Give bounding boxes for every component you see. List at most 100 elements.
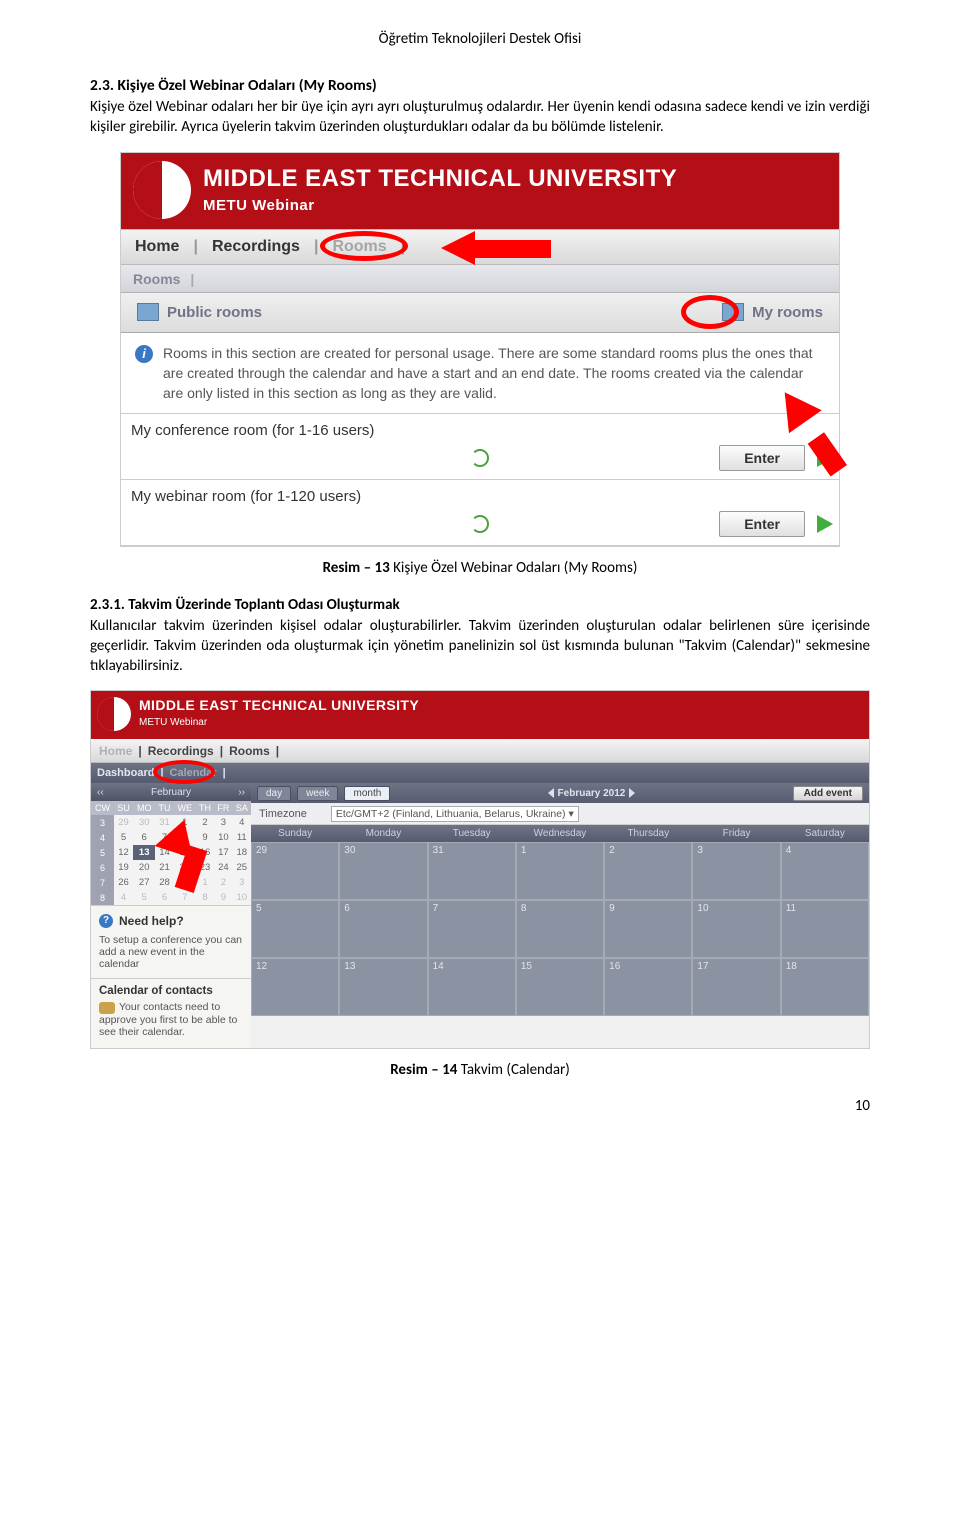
enter-button[interactable]: Enter (719, 511, 805, 537)
menu-separator: | (276, 744, 279, 758)
people-icon (99, 1002, 115, 1014)
day-cell[interactable]: 14 (428, 958, 516, 1016)
weekday-header: SundayMondayTuesdayWednesdayThursdayFrid… (251, 825, 869, 842)
mini-dow-cell: WE (174, 801, 196, 815)
menu-rooms[interactable]: Rooms (318, 229, 400, 265)
weekday-cell: Friday (692, 825, 780, 842)
annotation-circle-icon (681, 295, 739, 329)
weekday-cell: Tuesday (428, 825, 516, 842)
mini-day-cell[interactable]: 12 (114, 845, 133, 860)
university-title: MIDDLE EAST TECHNICAL UNIVERSITY (139, 697, 419, 713)
help-text: To setup a conference you can add a new … (99, 934, 243, 970)
day-cell[interactable]: 9 (604, 900, 692, 958)
day-cell[interactable]: 16 (604, 958, 692, 1016)
contacts-panel: Calendar of contacts Your contacts need … (91, 979, 251, 1047)
view-week-button[interactable]: week (297, 786, 338, 801)
app-header: MIDDLE EAST TECHNICAL UNIVERSITY METU We… (91, 691, 869, 739)
section-2-3-heading: 2.3. Kişiye Özel Webinar Odaları (My Roo… (90, 76, 870, 95)
mini-day-cell[interactable]: 18 (233, 845, 251, 860)
view-day-button[interactable]: day (257, 786, 291, 801)
day-cell[interactable]: 8 (516, 900, 604, 958)
section-2-3-1: 2.3.1. Takvim Üzerinde Toplantı Odası Ol… (90, 595, 870, 676)
mini-day-cell[interactable]: 11 (233, 830, 251, 845)
dash-separator: | (223, 767, 226, 779)
add-event-button[interactable]: Add event (793, 786, 863, 801)
weekday-cell: Sunday (251, 825, 339, 842)
day-cell[interactable]: 15 (516, 958, 604, 1016)
day-cell[interactable]: 3 (692, 842, 780, 900)
enter-button[interactable]: Enter (719, 445, 805, 471)
timezone-select[interactable]: Etc/GMT+2 (Finland, Lithuania, Belarus, … (331, 806, 579, 822)
play-icon[interactable] (817, 515, 833, 533)
tab-my-label: My rooms (752, 304, 823, 321)
screenshot-rooms-panel: MIDDLE EAST TECHNICAL UNIVERSITY METU We… (120, 152, 840, 548)
sub-menu-rooms[interactable]: Rooms (133, 271, 180, 287)
mini-day-cell[interactable]: 25 (233, 860, 251, 875)
week-number-cell: 8 (91, 890, 114, 905)
mini-day-cell[interactable]: 5 (114, 830, 133, 845)
mini-dow-cell: SA (233, 801, 251, 815)
day-cell[interactable]: 10 (692, 900, 780, 958)
rooms-list: My conference room (for 1-16 users) Ente… (121, 414, 839, 546)
day-cell[interactable]: 4 (781, 842, 869, 900)
day-cell[interactable]: 18 (781, 958, 869, 1016)
mini-dow-cell: SU (114, 801, 133, 815)
month-navigator: February 2012 (548, 788, 636, 799)
menu-home[interactable]: Home (99, 744, 132, 758)
menu-rooms[interactable]: Rooms (229, 744, 270, 758)
info-icon: i (135, 345, 153, 363)
caption-text: Takvim (Calendar) (457, 1061, 570, 1079)
info-panel: i Rooms in this section are created for … (121, 333, 839, 415)
chevron-right-icon[interactable] (629, 788, 635, 798)
mini-day-cell[interactable]: 26 (114, 875, 133, 890)
tab-public-rooms[interactable]: Public rooms (121, 293, 278, 332)
play-icon[interactable] (817, 449, 833, 467)
prev-month-icon[interactable]: ‹‹ (97, 787, 104, 798)
mini-day-cell[interactable]: 6 (155, 890, 173, 905)
chevron-left-icon[interactable] (548, 788, 554, 798)
refresh-icon[interactable] (471, 515, 489, 533)
mini-day-cell[interactable]: 8 (196, 890, 214, 905)
menu-recordings[interactable]: Recordings (198, 229, 314, 265)
next-month-icon[interactable]: ›› (238, 787, 245, 798)
menu-separator: | (220, 744, 223, 758)
day-cell[interactable]: 11 (781, 900, 869, 958)
week-number-cell: 3 (91, 815, 114, 830)
day-cell[interactable]: 12 (251, 958, 339, 1016)
view-month-button[interactable]: month (344, 786, 390, 801)
menu-home[interactable]: Home (121, 229, 193, 265)
mini-day-cell[interactable]: 3 (233, 875, 251, 890)
day-cell[interactable]: 30 (339, 842, 427, 900)
day-cell[interactable]: 2 (604, 842, 692, 900)
main-menu: Home | Recordings | Rooms | (91, 739, 869, 763)
section-2-3-paragraph: Kişiye özel Webinar odaları her bir üye … (90, 97, 870, 138)
day-cell[interactable]: 13 (339, 958, 427, 1016)
menu-recordings[interactable]: Recordings (148, 744, 214, 758)
weekday-cell: Saturday (781, 825, 869, 842)
mini-day-cell[interactable]: 4 (233, 815, 251, 830)
day-cell[interactable]: 29 (251, 842, 339, 900)
day-cell[interactable]: 7 (428, 900, 516, 958)
info-text: Rooms in this section are created for pe… (163, 343, 825, 404)
dashboard-tab[interactable]: Dashboard (97, 767, 154, 779)
mini-day-cell[interactable]: 5 (133, 890, 155, 905)
tab-public-label: Public rooms (167, 304, 262, 321)
dashboard-bar: Dashboard | Calendar | (91, 763, 869, 783)
mini-day-cell[interactable]: 19 (114, 860, 133, 875)
mini-dow-cell: MO (133, 801, 155, 815)
figure-14-caption: Resim – 14 Takvim (Calendar) (90, 1061, 870, 1079)
page-number: 10 (90, 1097, 870, 1115)
day-cell[interactable]: 1 (516, 842, 604, 900)
mini-day-cell[interactable]: 29 (114, 815, 133, 830)
figure-13-caption: Resim – 13 Kişiye Özel Webinar Odaları (… (90, 559, 870, 577)
refresh-icon[interactable] (471, 449, 489, 467)
day-cell[interactable]: 5 (251, 900, 339, 958)
day-cell[interactable]: 31 (428, 842, 516, 900)
mini-day-cell[interactable]: 9 (214, 890, 232, 905)
room-title: My conference room (for 1-16 users) (121, 414, 839, 441)
day-cell[interactable]: 6 (339, 900, 427, 958)
day-cell[interactable]: 17 (692, 958, 780, 1016)
mini-day-cell[interactable]: 10 (233, 890, 251, 905)
mini-day-cell[interactable]: 4 (114, 890, 133, 905)
month-grid[interactable]: 293031123456789101112131415161718 (251, 842, 869, 1016)
